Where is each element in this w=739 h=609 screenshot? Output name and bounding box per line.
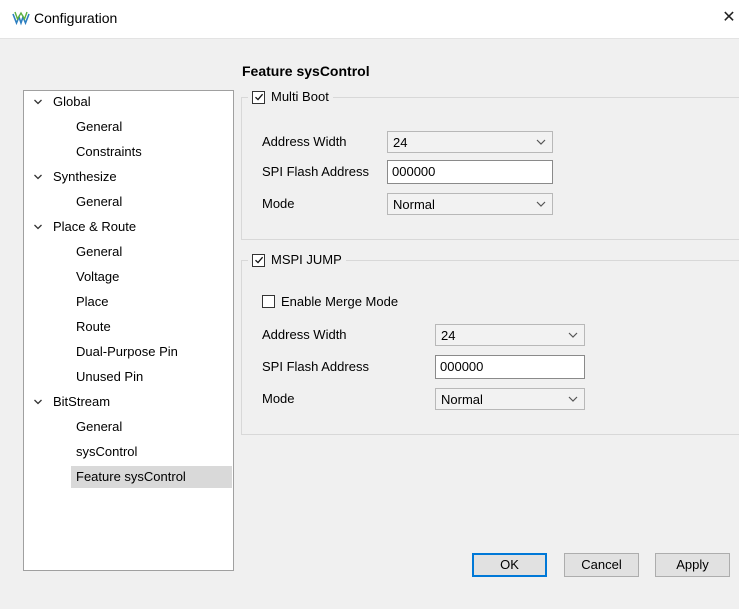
tree-item-label: sysControl [76,444,138,459]
tree-item-label: Voltage [76,269,120,284]
tree-item-label: General [76,419,123,434]
tree-item-label: BitStream [53,394,111,409]
tree-item-pnr-general[interactable]: General [71,241,130,263]
mspi-mode-label: Mode [262,391,295,406]
tree-item-place[interactable]: Place [71,291,117,313]
mspi-mode-select[interactable]: Normal [435,388,585,410]
title-bar: Configuration ✕ [0,0,739,38]
address-width-select[interactable]: 24 [387,131,553,153]
enable-merge-mode-label: Enable Merge Mode [281,294,399,309]
checkmark-icon [254,256,263,264]
enable-merge-mode-checkbox[interactable] [262,295,275,308]
tree-item-label: Synthesize [53,169,117,184]
page-title: Feature sysControl [242,63,370,79]
chevron-down-icon [568,396,578,402]
chevron-down-icon[interactable] [33,172,43,182]
checkmark-icon [254,93,263,101]
tree-item-synthesize-general[interactable]: General [71,191,130,213]
multi-boot-group: Multi Boot Address Width 24 SPI Flash Ad… [241,88,739,240]
dialog-body: Feature sysControl Global General Constr… [0,38,739,609]
mspi-jump-legend: MSPI JUMP [248,251,346,269]
tree-item-bitstream-general[interactable]: General [71,416,130,438]
ok-button[interactable]: OK [472,553,547,577]
tree-item-dual-purpose-pin[interactable]: Dual-Purpose Pin [71,341,186,363]
mspi-address-width-label: Address Width [262,327,347,342]
tree-item-feature-syscontrol[interactable]: Feature sysControl [71,466,232,488]
tree-item-label: General [76,244,123,259]
enable-merge-mode-option[interactable]: Enable Merge Mode [262,294,398,309]
tree-item-label: Dual-Purpose Pin [76,344,178,359]
spi-flash-address-input[interactable]: 000000 [387,160,553,184]
tree-item-place-route[interactable]: Place & Route [29,216,136,238]
chevron-down-icon[interactable] [33,222,43,232]
tree-item-syscontrol[interactable]: sysControl [71,441,145,463]
cancel-button[interactable]: Cancel [564,553,639,577]
tree-item-label: Global [53,94,91,109]
close-icon: ✕ [722,9,736,26]
window-title: Configuration [34,10,118,26]
multi-boot-legend: Multi Boot [248,88,333,106]
tree-item-global-general[interactable]: General [71,116,130,138]
tree-item-label: Feature sysControl [76,469,186,484]
tree-item-constraints[interactable]: Constraints [71,141,150,163]
tree-item-label: General [76,119,123,134]
multi-boot-checkbox[interactable] [252,90,265,104]
chevron-down-icon[interactable] [33,97,43,107]
tree-item-voltage[interactable]: Voltage [71,266,127,288]
mode-value: Normal [393,197,435,212]
multi-boot-label: Multi Boot [271,89,329,104]
spi-flash-address-label: SPI Flash Address [262,164,369,179]
mspi-spi-flash-address-label: SPI Flash Address [262,359,369,374]
mspi-address-width-value: 24 [441,328,456,343]
address-width-value: 24 [393,135,408,150]
mspi-jump-checkbox[interactable] [252,253,265,267]
chevron-down-icon [536,201,546,207]
address-width-label: Address Width [262,134,347,149]
tree-item-unused-pin[interactable]: Unused Pin [71,366,151,388]
tree-item-label: Place & Route [53,219,137,234]
mode-select[interactable]: Normal [387,193,553,215]
mode-label: Mode [262,196,295,211]
tree-item-label: Constraints [76,144,142,159]
tree-item-label: Place [76,294,109,309]
close-button[interactable]: ✕ [719,8,739,28]
tree-item-label: Route [76,319,111,334]
tree-item-bitstream[interactable]: BitStream [29,391,110,413]
mspi-address-width-select[interactable]: 24 [435,324,585,346]
tree-item-label: General [76,194,123,209]
chevron-down-icon [568,332,578,338]
tree-item-synthesize[interactable]: Synthesize [29,166,117,188]
chevron-down-icon[interactable] [33,397,43,407]
mspi-jump-group: MSPI JUMP Enable Merge Mode Address Widt… [241,251,739,435]
tree-item-route[interactable]: Route [71,316,119,338]
tree-item-global[interactable]: Global [29,91,91,113]
tree-item-label: Unused Pin [76,369,144,384]
settings-tree[interactable]: Global General Constraints Synthesize Ge… [23,90,234,571]
mspi-mode-value: Normal [441,392,483,407]
mspi-jump-label: MSPI JUMP [271,252,342,267]
gowin-logo-icon [12,11,30,26]
apply-button[interactable]: Apply [655,553,730,577]
chevron-down-icon [536,139,546,145]
mspi-spi-flash-address-input[interactable]: 000000 [435,355,585,379]
